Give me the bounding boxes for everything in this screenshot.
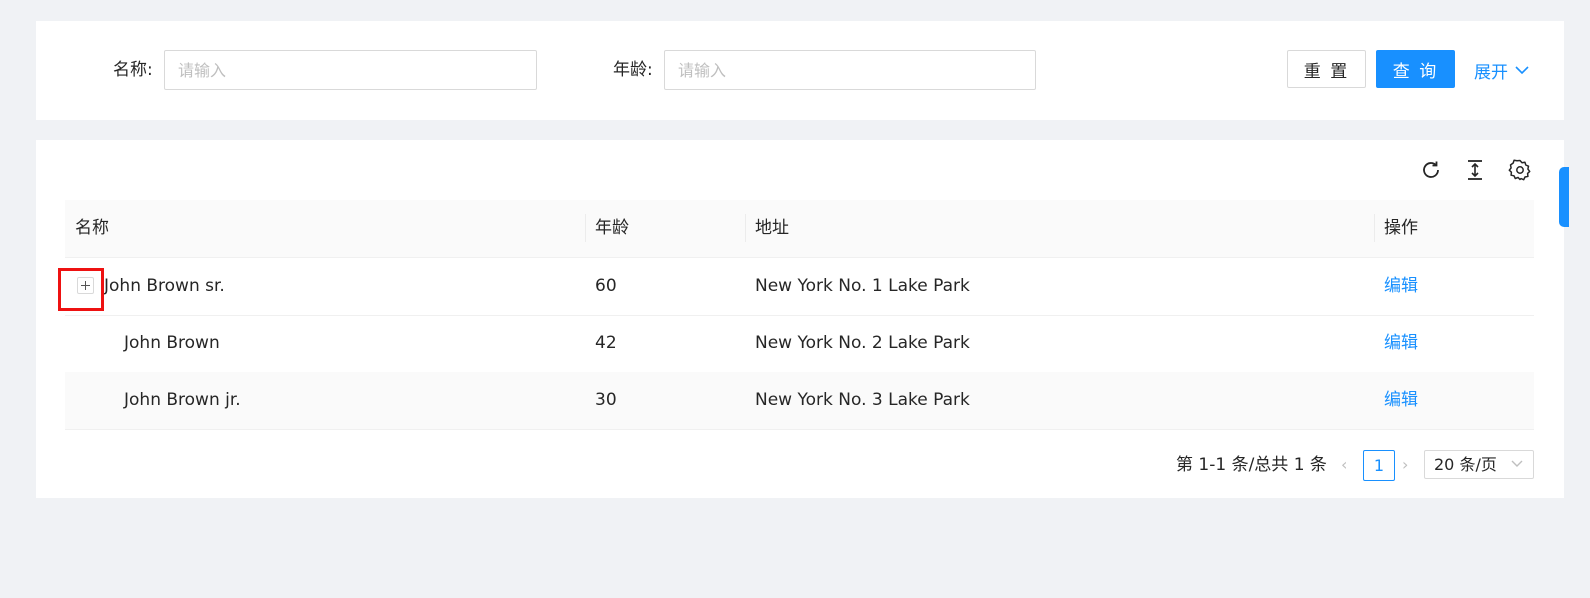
page-size-value: 20 条/页 bbox=[1434, 455, 1497, 474]
pagination-total: 第 1-1 条/总共 1 条 bbox=[1176, 455, 1327, 475]
column-divider bbox=[585, 214, 586, 242]
chevron-down-icon bbox=[1511, 460, 1523, 467]
expand-label: 展开 bbox=[1474, 62, 1508, 83]
column-header-age[interactable]: 年龄 bbox=[595, 200, 629, 257]
chevron-down-icon bbox=[1515, 65, 1529, 74]
edit-link[interactable]: 编辑 bbox=[1384, 372, 1418, 429]
cell-age: 42 bbox=[595, 333, 617, 353]
expand-toggle[interactable]: 展开 bbox=[1474, 50, 1529, 90]
cell-name: John Brown bbox=[124, 333, 220, 353]
column-header-name[interactable]: 名称 bbox=[75, 200, 109, 257]
name-field-label: 名称: bbox=[113, 60, 153, 80]
page-size-select[interactable]: 20 条/页 bbox=[1424, 450, 1534, 479]
cell-age: 30 bbox=[595, 390, 617, 410]
cell-address: New York No. 1 Lake Park bbox=[755, 276, 970, 296]
table-row: John Brown jr. 30 New York No. 3 Lake Pa… bbox=[65, 372, 1534, 430]
column-divider bbox=[745, 214, 746, 242]
name-input[interactable] bbox=[164, 50, 537, 90]
reload-icon[interactable] bbox=[1419, 158, 1443, 182]
prev-page-icon[interactable]: ‹ bbox=[1341, 449, 1347, 481]
column-header-address[interactable]: 地址 bbox=[755, 200, 789, 257]
query-button[interactable]: 查 询 bbox=[1376, 50, 1455, 88]
next-page-icon[interactable]: › bbox=[1402, 449, 1408, 481]
age-field-label: 年龄: bbox=[613, 60, 653, 80]
column-header-action[interactable]: 操作 bbox=[1384, 200, 1418, 257]
cell-name: John Brown jr. bbox=[124, 390, 241, 410]
cell-address: New York No. 2 Lake Park bbox=[755, 333, 970, 353]
page-item-current[interactable]: 1 bbox=[1363, 450, 1395, 481]
cell-age: 60 bbox=[595, 276, 617, 296]
cell-address: New York No. 3 Lake Park bbox=[755, 390, 970, 410]
age-input[interactable] bbox=[664, 50, 1036, 90]
scrollbar-thumb[interactable] bbox=[1559, 167, 1569, 227]
column-divider bbox=[1374, 214, 1375, 242]
table-row: John Brown 42 New York No. 2 Lake Park 编… bbox=[65, 315, 1534, 373]
highlight-annotation-box bbox=[58, 268, 104, 311]
column-height-icon[interactable] bbox=[1463, 158, 1487, 182]
edit-link[interactable]: 编辑 bbox=[1384, 315, 1418, 372]
reset-button[interactable]: 重 置 bbox=[1287, 50, 1366, 88]
cell-name: John Brown sr. bbox=[104, 276, 225, 296]
table-header: 名称 年龄 地址 操作 bbox=[65, 200, 1534, 258]
edit-link[interactable]: 编辑 bbox=[1384, 258, 1418, 315]
table-row: John Brown sr. 60 New York No. 1 Lake Pa… bbox=[65, 258, 1534, 316]
setting-icon[interactable] bbox=[1508, 158, 1532, 182]
